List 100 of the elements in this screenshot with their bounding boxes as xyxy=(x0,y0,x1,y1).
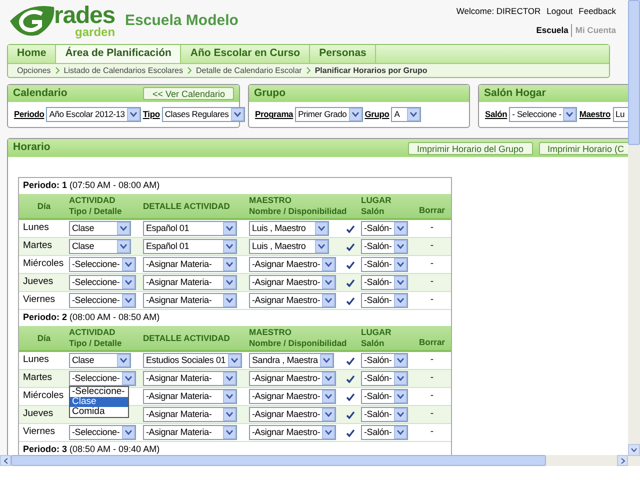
day-cell-text: Lunes xyxy=(22,353,50,368)
header-link[interactable]: Logout xyxy=(546,5,573,18)
teacher-select[interactable]: Sandra , Maestra xyxy=(249,353,334,368)
chevron-icon xyxy=(122,294,135,307)
room-select[interactable]: -Salón- xyxy=(361,275,408,290)
teacher-select[interactable]: -Asignar Maestro- xyxy=(249,293,336,308)
subject-select[interactable]: -Asignar Materia- xyxy=(143,389,237,404)
activity-select[interactable]: -Seleccione- xyxy=(69,371,136,386)
chevron-icon xyxy=(394,294,407,307)
filter-select[interactable]: Año Escolar 2012-13 xyxy=(46,107,141,122)
chevron-icon xyxy=(122,426,135,439)
check-icon xyxy=(346,356,354,364)
room-select[interactable]: -Salón- xyxy=(361,221,408,236)
header-link[interactable]: Feedback xyxy=(578,5,616,18)
filter-select[interactable]: - Seleccione - xyxy=(509,107,578,122)
breadcrumb-link[interactable]: Listado de Calendarios Escolares xyxy=(64,64,183,77)
arrow-down-icon xyxy=(631,448,637,452)
chevron-icon xyxy=(223,408,236,421)
filter-select[interactable]: A xyxy=(391,107,422,122)
subject-select[interactable]: Estudios Sociales 01 xyxy=(143,353,242,368)
chevron-right-icon xyxy=(54,67,60,74)
activity-select[interactable]: Clase xyxy=(69,239,131,254)
dropdown-option[interactable]: Clase xyxy=(70,397,128,407)
field-label: Salón xyxy=(485,108,508,121)
chevron-icon xyxy=(394,276,407,289)
subject-select[interactable]: Español 01 xyxy=(143,221,237,236)
check-icon xyxy=(346,428,354,436)
teacher-select[interactable]: -Asignar Maestro- xyxy=(249,275,336,290)
account-link[interactable]: Escuela xyxy=(536,24,568,37)
chevron-icon xyxy=(563,108,576,121)
room-select[interactable]: -Salón- xyxy=(361,293,408,308)
chevron-icon xyxy=(223,390,236,403)
chevron-icon xyxy=(122,276,135,289)
chevron-right-icon xyxy=(306,67,311,74)
horizontal-scrollbar[interactable] xyxy=(0,455,628,466)
room-select[interactable]: -Salón- xyxy=(361,425,408,440)
activity-select[interactable]: -Seleccione- xyxy=(69,257,136,272)
subject-select[interactable]: -Asignar Materia- xyxy=(143,257,237,272)
teacher-select[interactable]: Luis , Maestro xyxy=(249,221,329,236)
chevron-icon xyxy=(394,372,407,385)
room-select[interactable]: -Salón- xyxy=(361,257,408,272)
breadcrumb-link[interactable]: Planificar Horarios por Grupo xyxy=(314,64,428,77)
field-label: Maestro xyxy=(579,108,611,121)
subject-select[interactable]: -Asignar Materia- xyxy=(143,275,237,290)
column-header: DETALLE ACTIVIDAD xyxy=(143,200,231,212)
breadcrumb-link[interactable]: Detalle de Calendario Escolar xyxy=(196,64,302,77)
filter-select[interactable]: Lu xyxy=(612,107,628,122)
teacher-select[interactable]: Luis , Maestro xyxy=(249,239,329,254)
activity-select[interactable]: Clase xyxy=(69,353,131,368)
panel-title: Salón Hogar xyxy=(484,86,546,101)
activity-select[interactable]: -Seleccione- xyxy=(69,425,136,440)
activity-select[interactable]: -Seleccione- xyxy=(69,275,136,290)
teacher-select[interactable]: -Asignar Maestro- xyxy=(249,371,336,386)
day-cell-text: Miércoles xyxy=(22,257,65,272)
chevron-right-icon xyxy=(186,67,192,74)
chevron-icon xyxy=(122,372,135,385)
nav-tab[interactable]: Año Escolar en Curso xyxy=(181,45,310,64)
breadcrumb-link[interactable]: Opciones xyxy=(17,64,51,77)
room-select[interactable]: -Salón- xyxy=(361,239,408,254)
delete-cell-text: - xyxy=(429,257,435,272)
period-label: Periodo: 3 (08:50 AM - 09:40 AM) xyxy=(23,443,160,455)
check-icon xyxy=(346,260,354,268)
filter-select[interactable]: Primer Grado xyxy=(295,107,363,122)
column-header: Borrar xyxy=(418,337,446,349)
vertical-scrollbar[interactable] xyxy=(628,0,640,466)
day-cell-text: Miércoles xyxy=(22,389,65,404)
view-calendar-button[interactable]: << Ver Calendario xyxy=(143,87,234,100)
print-button[interactable]: Imprimir Horario del Grupo xyxy=(408,142,532,154)
activity-select[interactable]: -Seleccione- xyxy=(69,293,136,308)
dropdown-option[interactable]: Comida xyxy=(70,407,128,417)
teacher-select[interactable]: -Asignar Maestro- xyxy=(249,389,336,404)
teacher-select[interactable]: -Asignar Maestro- xyxy=(249,425,336,440)
check-icon xyxy=(346,392,354,400)
chevron-icon xyxy=(348,108,362,121)
delete-cell-text: - xyxy=(429,239,435,254)
chevron-icon xyxy=(322,258,336,271)
subject-select[interactable]: -Asignar Materia- xyxy=(143,425,237,440)
room-select[interactable]: -Salón- xyxy=(361,407,408,422)
room-select[interactable]: -Salón- xyxy=(361,353,408,368)
field-label: Grupo xyxy=(364,108,390,121)
dropdown-option[interactable]: -Seleccione- xyxy=(70,387,128,397)
delete-cell-text: - xyxy=(429,293,435,308)
teacher-select[interactable]: -Asignar Maestro- xyxy=(249,407,336,422)
room-select[interactable]: -Salón- xyxy=(361,389,408,404)
chevron-icon xyxy=(223,222,236,235)
subject-select[interactable]: -Asignar Materia- xyxy=(143,293,237,308)
room-select[interactable]: -Salón- xyxy=(361,371,408,386)
subject-select[interactable]: -Asignar Materia- xyxy=(143,371,237,386)
nav-tab[interactable]: Personas xyxy=(310,45,376,64)
check-icon xyxy=(346,242,354,250)
print-button[interactable]: Imprimir Horario (C xyxy=(538,142,628,154)
arrow-right-icon xyxy=(620,458,624,464)
nav-tab[interactable]: Área de Planificación xyxy=(56,45,182,64)
filter-select[interactable]: Clases Regulares xyxy=(162,107,245,122)
delete-cell-text: - xyxy=(429,407,435,422)
subject-select[interactable]: Español 01 xyxy=(143,239,237,254)
teacher-select[interactable]: -Asignar Maestro- xyxy=(249,257,336,272)
subject-select[interactable]: -Asignar Materia- xyxy=(143,407,237,422)
activity-select[interactable]: Clase xyxy=(69,221,131,236)
chevron-icon xyxy=(126,108,140,121)
